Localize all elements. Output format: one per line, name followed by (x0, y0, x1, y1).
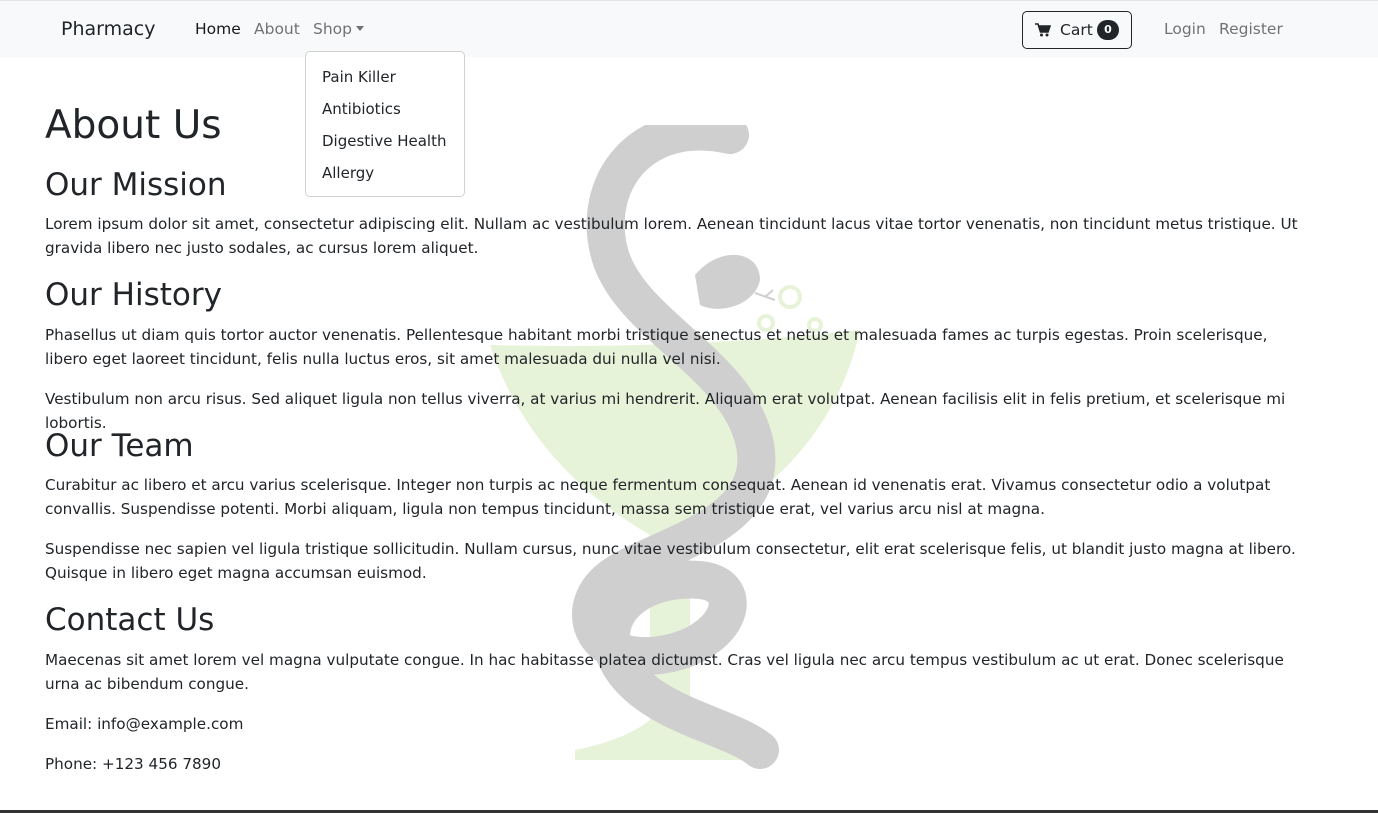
mission-heading: Our Mission (45, 167, 227, 203)
shop-dropdown-menu: Pain Killer Antibiotics Digestive Health… (305, 51, 465, 197)
cart-label: Cart (1060, 21, 1093, 39)
contact-text: Maecenas sit amet lorem vel magna vulput… (45, 651, 1284, 693)
nav-login[interactable]: Login (1164, 20, 1206, 38)
dropdown-item-antibiotics[interactable]: Antibiotics (322, 100, 401, 118)
caret-down-icon (356, 26, 364, 31)
team-text-1: Curabitur ac libero et arcu varius scele… (45, 476, 1271, 518)
history-text-1: Phasellus ut diam quis tortor auctor ven… (45, 326, 1268, 368)
cart-icon (1035, 23, 1051, 37)
nav-about[interactable]: About (254, 20, 300, 38)
history-text-2: Vestibulum non arcu risus. Sed aliquet l… (45, 390, 1286, 432)
mission-text: Lorem ipsum dolor sit amet, consectetur … (45, 215, 1298, 257)
cart-button[interactable]: Cart 0 (1022, 11, 1132, 49)
dropdown-item-allergy[interactable]: Allergy (322, 164, 374, 182)
nav-shop-label: Shop (313, 20, 352, 38)
page-title: About Us (45, 103, 222, 148)
cart-count-badge: 0 (1097, 20, 1119, 40)
history-heading: Our History (45, 277, 222, 313)
contact-heading: Contact Us (45, 602, 215, 638)
dropdown-item-digestive-health[interactable]: Digestive Health (322, 132, 446, 150)
nav-home[interactable]: Home (195, 20, 241, 38)
nav-register[interactable]: Register (1219, 20, 1283, 38)
nav-shop-dropdown[interactable]: Shop (313, 20, 364, 38)
team-text-2: Suspendisse nec sapien vel ligula tristi… (45, 540, 1296, 582)
team-heading: Our Team (45, 428, 194, 464)
brand-link[interactable]: Pharmacy (61, 18, 155, 40)
navbar: Pharmacy Home About Shop Cart 0 Login Re… (0, 0, 1378, 57)
contact-phone: Phone: +123 456 7890 (45, 755, 221, 773)
contact-email: Email: info@example.com (45, 715, 244, 733)
dropdown-item-pain-killer[interactable]: Pain Killer (322, 68, 396, 86)
